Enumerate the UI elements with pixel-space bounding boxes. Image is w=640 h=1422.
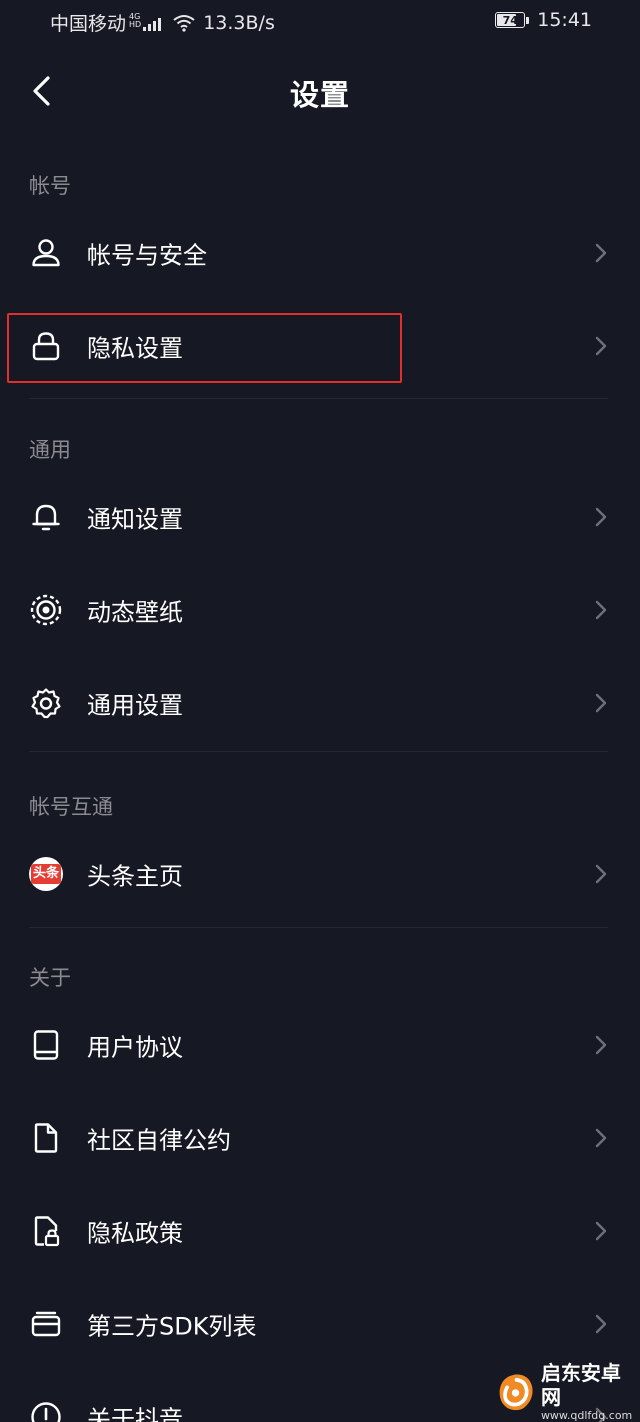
battery-tip <box>526 16 530 24</box>
settings-item-label: 通知设置 <box>87 505 183 534</box>
network-speed: 13.3B/s <box>203 11 275 34</box>
live-wallpaper-icon <box>30 594 62 626</box>
wifi-icon <box>173 14 195 32</box>
chevron-right-icon <box>595 1221 607 1241</box>
settings-item-label: 头条主页 <box>87 862 183 891</box>
page-title: 设置 <box>289 78 350 112</box>
settings-item-label: 通用设置 <box>87 691 183 720</box>
section-divider <box>29 398 608 399</box>
card-stack-icon <box>31 1311 61 1337</box>
section-divider <box>29 751 608 752</box>
toutiao-badge-text: 头条 <box>30 864 61 884</box>
info-icon <box>31 1402 61 1422</box>
section-divider <box>29 927 608 928</box>
user-icon <box>32 239 60 267</box>
section-label-general: 通用 <box>29 438 71 462</box>
settings-item-label: 帐号与安全 <box>87 241 207 270</box>
settings-item-third-party-sdk[interactable]: 第三方SDK列表 <box>0 1279 640 1369</box>
site-watermark: 启东安卓网 www.qdlfdq.com <box>496 1361 634 1422</box>
status-bar: 中国移动 4G HD 13.3B/s 74 15:41 <box>0 0 640 44</box>
watermark-text: 启东安卓网 www.qdlfdq.com <box>541 1361 634 1422</box>
section-label-about: 关于 <box>29 966 71 990</box>
privacy-doc-icon <box>34 1216 60 1247</box>
watermark-logo-icon <box>499 1374 533 1411</box>
signal-icon <box>143 15 162 31</box>
settings-item-live-wallpaper[interactable]: 动态壁纸 <box>0 565 640 655</box>
nav-bar: 设置 <box>0 56 640 126</box>
battery-icon: 74 <box>495 12 526 28</box>
section-label-account: 帐号 <box>29 174 71 198</box>
settings-item-label: 动态壁纸 <box>87 598 183 627</box>
chevron-right-icon <box>595 1314 607 1334</box>
watermark-name: 启东安卓网 <box>540 1361 621 1409</box>
document-icon <box>34 1123 58 1153</box>
chevron-right-icon <box>595 693 607 713</box>
toutiao-icon: 头条 <box>29 857 63 891</box>
chevron-right-icon <box>595 507 607 527</box>
settings-item-label: 第三方SDK列表 <box>87 1312 257 1341</box>
chevron-right-icon <box>595 1128 607 1148</box>
settings-item-label: 社区自律公约 <box>87 1126 231 1155</box>
section-label-account-linking: 帐号互通 <box>29 795 113 819</box>
settings-item-general-settings[interactable]: 通用设置 <box>0 658 640 748</box>
chevron-right-icon <box>595 243 607 263</box>
network-type-bottom: HD <box>129 19 142 29</box>
settings-item-notifications[interactable]: 通知设置 <box>0 472 640 562</box>
status-right: 74 15:41 <box>495 9 592 31</box>
clock: 15:41 <box>537 9 592 31</box>
carrier-name: 中国移动 <box>50 13 127 35</box>
highlight-frame <box>7 313 402 383</box>
network-type: 4G HD <box>129 12 142 29</box>
settings-item-account-security[interactable]: 帐号与安全 <box>0 208 640 298</box>
settings-item-label: 用户协议 <box>87 1033 183 1062</box>
chevron-right-icon <box>595 336 607 356</box>
chevron-right-icon <box>595 1035 607 1055</box>
settings-item-label: 关于抖音 <box>87 1405 183 1422</box>
chevron-right-icon <box>595 600 607 620</box>
settings-item-toutiao-homepage[interactable]: 头条 头条主页 <box>0 829 640 919</box>
watermark-url: www.qdlfdq.com <box>540 1409 633 1422</box>
settings-item-user-agreement[interactable]: 用户协议 <box>0 1000 640 1090</box>
settings-item-community-convention[interactable]: 社区自律公约 <box>0 1093 640 1183</box>
book-icon <box>33 1030 59 1060</box>
settings-item-label: 隐私政策 <box>87 1219 183 1248</box>
gear-icon <box>31 688 61 719</box>
battery-level: 74 <box>502 13 518 27</box>
status-left: 中国移动 4G HD 13.3B/s <box>50 9 275 36</box>
chevron-right-icon <box>595 864 607 884</box>
settings-item-privacy-policy[interactable]: 隐私政策 <box>0 1186 640 1276</box>
bell-icon <box>32 504 60 531</box>
